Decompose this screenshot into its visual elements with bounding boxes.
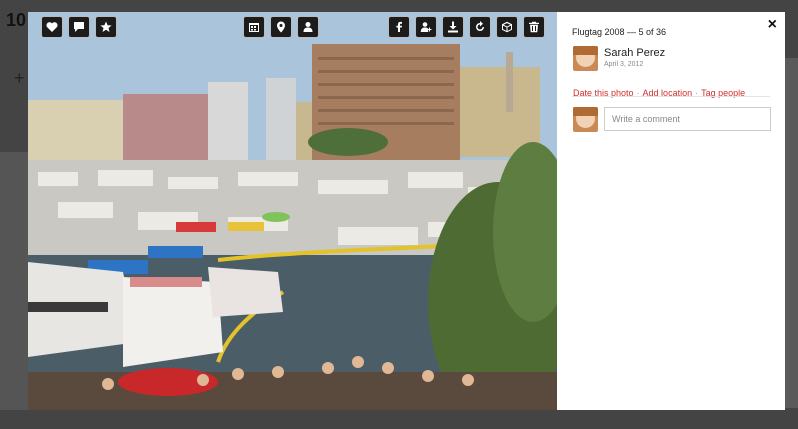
share-with-person-button[interactable] [415, 16, 437, 38]
download-icon [448, 21, 458, 33]
photo-toolbar [28, 16, 557, 42]
avatar[interactable] [573, 46, 598, 71]
add-icon: + [14, 68, 25, 88]
trash-icon [529, 21, 539, 33]
rotate-button[interactable] [469, 16, 491, 38]
delete-button[interactable] [523, 16, 545, 38]
facebook-share-button[interactable] [388, 16, 410, 38]
set-cover-button[interactable] [496, 16, 518, 38]
divider [572, 96, 770, 97]
photo-viewer [28, 12, 557, 410]
facebook-icon [396, 21, 402, 32]
close-button[interactable]: × [768, 16, 777, 34]
cube-icon [502, 21, 512, 33]
photo-details-panel: × Flugtag 2008 — 5 of 36 Sarah Perez Apr… [557, 12, 785, 410]
download-button[interactable] [442, 16, 464, 38]
share-person-icon [420, 22, 432, 32]
photo [28, 12, 557, 410]
photo-date: April 3, 2012 [604, 61, 644, 68]
comment-icon [74, 22, 84, 32]
author-name[interactable]: Sarah Perez [604, 47, 665, 59]
comment-button[interactable] [68, 16, 90, 38]
comment-input[interactable] [604, 107, 771, 131]
location-pin-icon [277, 21, 285, 33]
tag-people-button[interactable] [297, 16, 319, 38]
rotate-icon [476, 21, 484, 31]
background-right-strip [784, 58, 798, 408]
add-location-button[interactable] [270, 16, 292, 38]
heart-icon [46, 22, 58, 32]
favorite-button[interactable] [95, 16, 117, 38]
album-title: Flugtag 2008 — 5 of 36 [572, 27, 667, 37]
like-button[interactable] [41, 16, 63, 38]
date-photo-button[interactable] [243, 16, 265, 38]
star-icon [100, 21, 112, 32]
commenter-avatar [573, 107, 598, 132]
app-logo: 10 [6, 10, 27, 30]
background-thumbnail-strip [0, 152, 28, 410]
person-icon [303, 22, 313, 32]
calendar-icon [249, 23, 259, 32]
